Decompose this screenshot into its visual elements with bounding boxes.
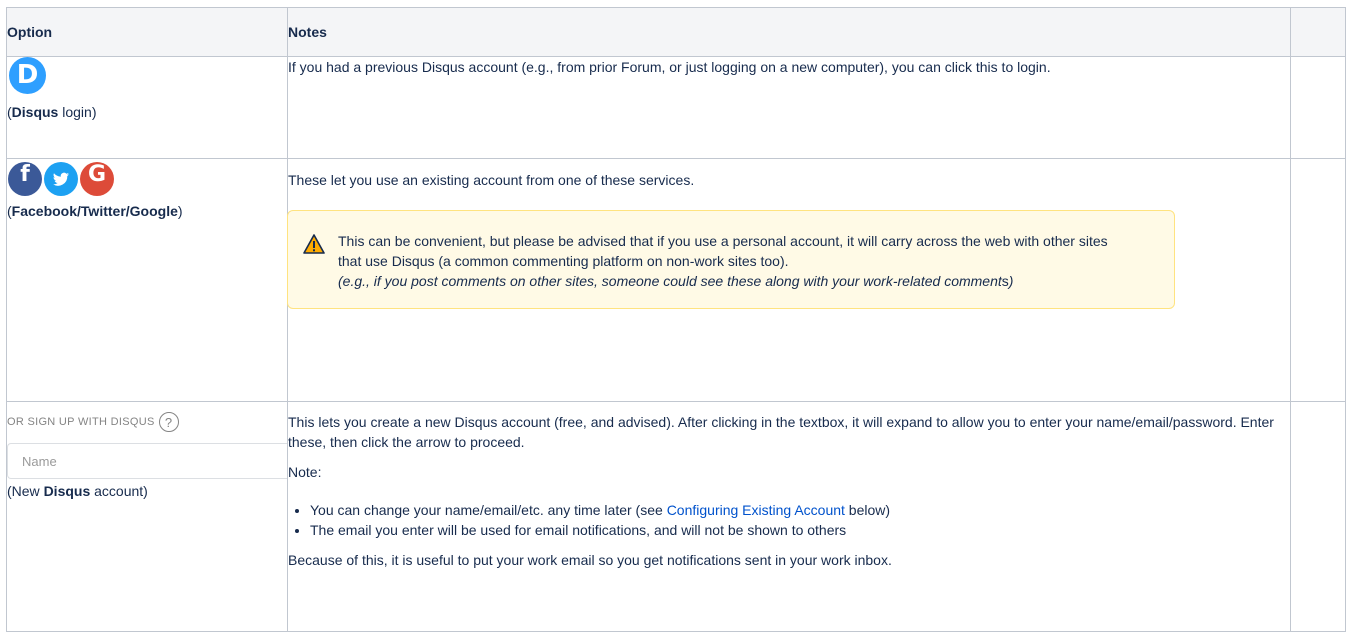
header-option: Option <box>6 7 288 57</box>
header-notes: Notes <box>286 7 1292 57</box>
option-caption: (Disqus login) <box>7 104 97 120</box>
notes-cell: This lets you create a new Disqus accoun… <box>286 401 1292 632</box>
notes-cell: If you had a previous Disqus account (e.… <box>286 56 1292 159</box>
warning-example: (e.g., if you post comments on other sit… <box>338 273 1014 289</box>
help-icon[interactable]: ? <box>158 412 179 432</box>
table-row: D (Disqus login) If you had a previous D… <box>6 56 1346 159</box>
table-row: f G (Facebook/Twitter/Google) These let … <box>6 158 1346 402</box>
disqus-options-table: Option Notes D (Disqus login) If you had… <box>6 7 1346 632</box>
notes-text: These let you use an existing account fr… <box>288 172 695 188</box>
facebook-icon[interactable]: f <box>8 162 42 196</box>
option-cell-social-login: f G (Facebook/Twitter/Google) <box>6 158 288 402</box>
warning-text: This can be convenient, but please be ad… <box>338 233 1108 269</box>
option-caption: (Facebook/Twitter/Google) <box>7 203 183 219</box>
signup-header: OR SIGN UP WITH DISQUS ? <box>7 412 287 432</box>
name-input[interactable] <box>7 443 287 479</box>
signup-label: OR SIGN UP WITH DISQUS <box>7 416 155 428</box>
social-icons: f G <box>8 162 287 196</box>
notes-intro: This lets you create a new Disqus accoun… <box>288 414 1274 450</box>
twitter-icon[interactable] <box>44 162 78 196</box>
option-cell-new-account: OR SIGN UP WITH DISQUS ? (New Disqus acc… <box>6 401 288 632</box>
twitter-bird-icon <box>53 172 69 186</box>
warning-icon <box>303 234 325 254</box>
option-caption: (New Disqus account) <box>7 483 148 499</box>
extra-cell <box>1290 56 1346 159</box>
notes-cell: These let you use an existing account fr… <box>286 158 1292 402</box>
warning-panel: This can be convenient, but please be ad… <box>287 210 1175 309</box>
note-list: You can change your name/email/etc. any … <box>288 500 1290 540</box>
list-item: The email you enter will be used for ema… <box>310 520 1290 540</box>
configuring-existing-account-link[interactable]: Configuring Existing Account <box>667 502 845 518</box>
option-cell-disqus-login: D (Disqus login) <box>6 56 288 159</box>
table-row: OR SIGN UP WITH DISQUS ? (New Disqus acc… <box>6 401 1346 632</box>
google-icon[interactable]: G <box>80 162 114 196</box>
note-label: Note: <box>288 464 322 480</box>
disqus-icon[interactable]: D <box>9 57 46 94</box>
extra-cell <box>1290 401 1346 632</box>
closing-text: Because of this, it is useful to put you… <box>288 552 892 568</box>
notes-text: If you had a previous Disqus account (e.… <box>288 59 1051 75</box>
header-extra <box>1290 7 1346 57</box>
list-item: You can change your name/email/etc. any … <box>310 500 1290 520</box>
table-header-row: Option Notes <box>6 7 1346 57</box>
extra-cell <box>1290 158 1346 402</box>
